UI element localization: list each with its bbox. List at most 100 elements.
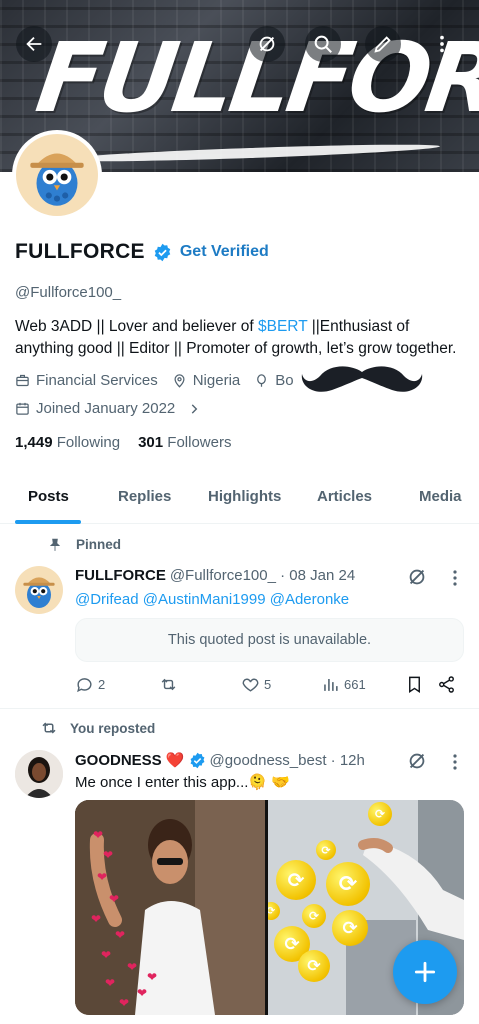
joined-text: Joined January 2022	[36, 400, 176, 417]
pinned-text: Pinned	[76, 537, 122, 552]
quoted-post-unavailable: This quoted post is unavailable.	[75, 618, 464, 662]
more-vertical-icon	[453, 754, 457, 770]
plus-icon	[414, 961, 436, 983]
share-button[interactable]	[437, 675, 456, 694]
post-avatar[interactable]	[15, 566, 63, 614]
bookmark-icon	[409, 676, 420, 693]
category-item: Financial Services	[15, 372, 158, 389]
compose-post-button[interactable]	[393, 940, 457, 1004]
heart-decoration: ❤	[127, 960, 138, 974]
verified-badge-icon	[190, 752, 204, 768]
followers-link[interactable]: 301 Followers	[138, 434, 231, 451]
heart-decoration: ❤	[93, 828, 104, 842]
views-icon	[324, 678, 338, 691]
bio-text-1: Web 3ADD || Lover and believer of	[15, 318, 258, 335]
coin-decoration: ⟳	[302, 904, 326, 928]
repost-label: You reposted	[40, 719, 155, 737]
follow-stats: 1,449 Following 301 Followers	[15, 434, 231, 451]
more-options-button[interactable]	[424, 26, 460, 62]
profile-meta-row: Financial Services Nigeria Bo	[15, 372, 294, 389]
following-link[interactable]: 1,449 Following	[15, 434, 120, 451]
repost-icon	[161, 678, 176, 691]
more-vertical-icon	[453, 570, 457, 586]
heart-decoration: ❤	[119, 996, 130, 1010]
bookmark-button[interactable]	[405, 675, 424, 694]
post-header: FULLFORCE @Fullforce100_ · 08 Jan 24	[75, 567, 355, 584]
get-verified-link[interactable]: Get Verified	[180, 243, 269, 261]
heart-decoration: ❤	[115, 928, 126, 942]
search-icon	[314, 35, 332, 53]
location-pin-icon	[174, 374, 185, 388]
owl-avatar-image	[16, 134, 98, 216]
views-button[interactable]: 661	[321, 675, 366, 694]
verified-badge-icon	[154, 243, 171, 261]
grok-icon	[259, 36, 275, 52]
profile-name-row: FULLFORCE Get Verified	[15, 240, 269, 264]
post-more-button[interactable]	[447, 568, 463, 588]
category-text: Financial Services	[36, 372, 158, 389]
more-vertical-icon	[440, 35, 444, 53]
pinned-label: Pinned	[48, 537, 121, 552]
following-count: 1,449	[15, 434, 53, 451]
heart-decoration: ❤	[91, 912, 102, 926]
post-header: GOODNESS ❤️ @goodness_best · 12h	[75, 751, 365, 770]
like-count: 5	[264, 677, 272, 692]
post-more-button[interactable]	[447, 752, 463, 772]
profile-handle: @Fullforce100_	[15, 284, 122, 301]
edit-button[interactable]	[365, 26, 401, 62]
mustache-sticker-icon	[301, 366, 423, 392]
repost-button[interactable]	[159, 675, 178, 694]
repost-label-text: You reposted	[70, 720, 156, 736]
heart-icon	[242, 678, 259, 692]
tab-replies[interactable]: Replies	[118, 476, 171, 505]
post-avatar[interactable]	[15, 750, 63, 798]
reply-count: 2	[98, 677, 106, 692]
reply-button[interactable]: 2	[75, 675, 105, 694]
coin-decoration: ⟳	[316, 840, 336, 860]
coin-decoration: ⟳	[326, 862, 370, 906]
post-actions: 2 5 661	[75, 675, 465, 697]
followers-count: 301	[138, 434, 164, 451]
bio-cashtag-link[interactable]: $BERT	[258, 318, 307, 335]
heart-decoration: ❤	[147, 970, 158, 984]
briefcase-icon	[16, 374, 29, 387]
grok-button[interactable]	[249, 26, 285, 62]
tab-media[interactable]: Media	[419, 476, 462, 505]
coin-decoration: ⟳	[368, 802, 392, 826]
birthday-item: Bo	[254, 372, 294, 389]
post-mentions[interactable]: @Drifead @AustinMani1999 @Aderonke	[75, 591, 349, 608]
post-text: Me once I enter this app...🫠 🤝	[75, 774, 290, 791]
location-text: Nigeria	[192, 372, 241, 389]
balloon-icon	[257, 374, 267, 387]
grok-icon[interactable]	[406, 566, 428, 588]
coin-decoration: ⟳	[298, 950, 330, 982]
location-item: Nigeria	[172, 372, 241, 389]
heart-decoration: ❤	[103, 848, 114, 862]
meme-image-left: ❤ ❤ ❤ ❤ ❤ ❤ ❤ ❤ ❤ ❤ ❤ ❤	[75, 800, 265, 1015]
share-icon	[439, 676, 454, 693]
chevron-right-icon[interactable]	[187, 402, 201, 416]
grok-icon[interactable]	[406, 750, 428, 772]
profile-tabs: Posts Replies Highlights Articles Media	[0, 476, 479, 524]
profile-bio: Web 3ADD || Lover and believer of $BERT …	[15, 316, 470, 360]
post-author-name[interactable]: GOODNESS ❤️	[75, 751, 185, 769]
heart-decoration: ❤	[105, 976, 116, 990]
joined-row: Joined January 2022	[15, 400, 201, 417]
tab-posts[interactable]: Posts	[28, 476, 69, 505]
back-button[interactable]	[16, 26, 52, 62]
search-button[interactable]	[305, 26, 341, 62]
tab-highlights[interactable]: Highlights	[208, 476, 281, 505]
pin-icon	[49, 538, 61, 551]
birthday-text: Bo	[275, 372, 294, 389]
tab-articles[interactable]: Articles	[317, 476, 372, 505]
profile-name: FULLFORCE	[15, 240, 145, 263]
like-button[interactable]: 5	[241, 675, 271, 694]
followers-label: Followers	[167, 434, 232, 451]
reply-icon	[77, 678, 92, 693]
heart-decoration: ❤	[137, 986, 148, 1000]
profile-avatar[interactable]	[12, 130, 102, 220]
arrow-left-icon	[26, 36, 42, 52]
top-bar	[0, 26, 479, 66]
active-tab-indicator	[15, 520, 81, 524]
post-author-name[interactable]: FULLFORCE	[75, 567, 166, 584]
